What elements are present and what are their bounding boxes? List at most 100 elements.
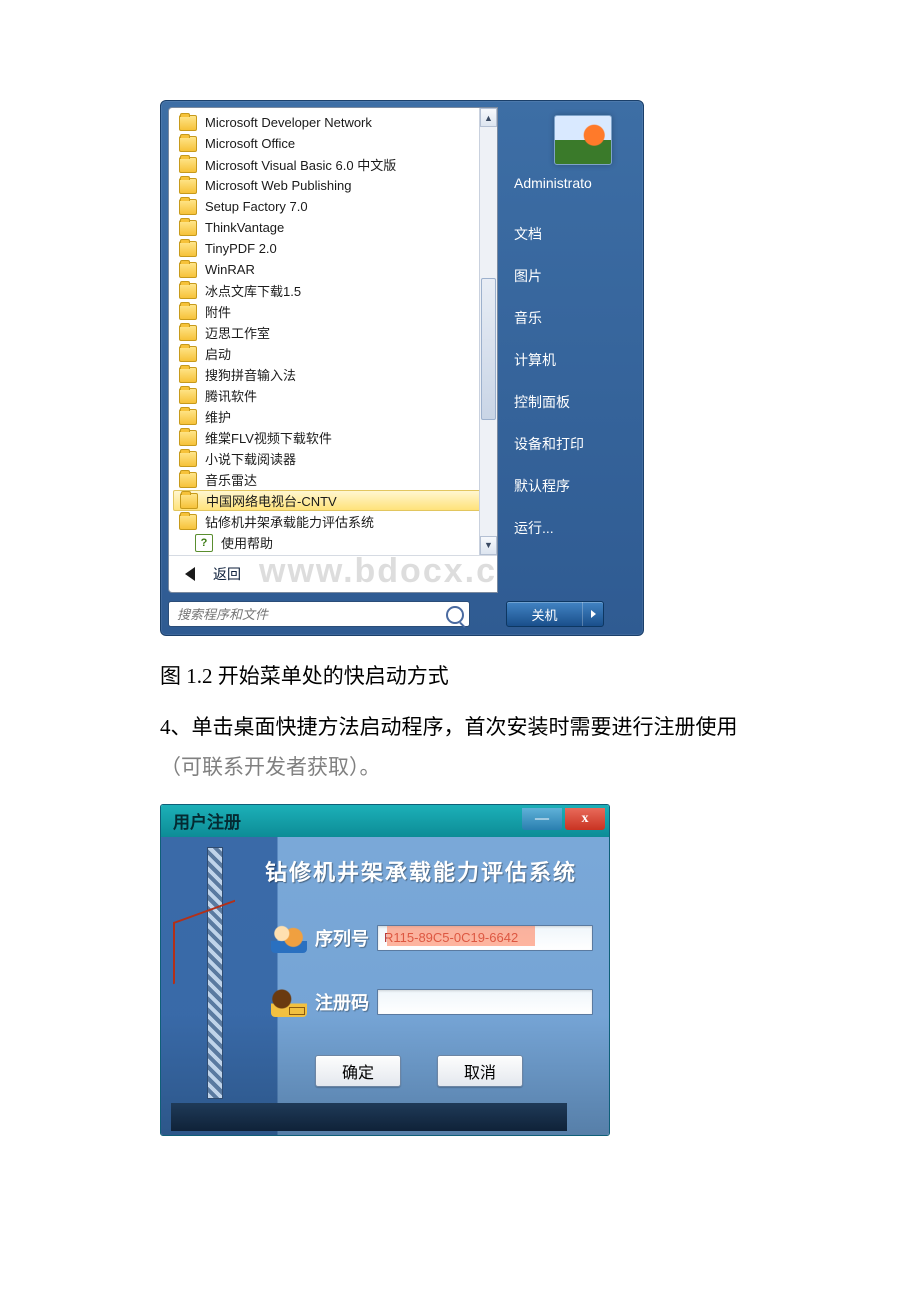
folder-icon	[179, 199, 197, 215]
folder-icon	[179, 409, 197, 425]
user-avatar	[554, 115, 612, 165]
program-label: Microsoft Developer Network	[205, 115, 372, 130]
start-menu: Microsoft Developer Network Microsoft Of…	[160, 100, 644, 636]
folder-icon	[179, 388, 197, 404]
program-label: ThinkVantage	[205, 220, 284, 235]
program-label: 维护	[205, 407, 231, 426]
shutdown-dropdown[interactable]	[582, 602, 603, 626]
program-label: Microsoft Visual Basic 6.0 中文版	[205, 155, 396, 174]
program-label: 迈思工作室	[205, 323, 270, 342]
subitem-label: 使用帮助	[221, 533, 273, 552]
folder-icon	[179, 136, 197, 152]
search-input[interactable]	[168, 601, 470, 627]
program-item[interactable]: 启动	[173, 343, 497, 364]
folder-icon	[179, 262, 197, 278]
folder-icon	[179, 325, 197, 341]
key-icon	[271, 987, 307, 1017]
ok-button[interactable]: 确定	[315, 1055, 401, 1087]
program-item[interactable]: 维护	[173, 406, 497, 427]
program-item[interactable]: WinRAR	[173, 259, 497, 280]
program-item[interactable]: ThinkVantage	[173, 217, 497, 238]
rig-illustration	[171, 841, 257, 1131]
folder-icon	[179, 157, 197, 173]
program-item[interactable]: 搜狗拼音输入法	[173, 364, 497, 385]
folder-icon	[179, 367, 197, 383]
folder-icon	[179, 115, 197, 131]
dialog-body: 钻修机井架承载能力评估系统 序列号 R115-89C5-0C19-6642 注册…	[161, 837, 609, 1135]
dialog-titlebar[interactable]: 用户注册 — x	[161, 805, 609, 837]
right-item-music[interactable]: 音乐	[510, 297, 636, 339]
back-label: 返回	[213, 564, 241, 584]
right-item-documents[interactable]: 文档	[510, 213, 636, 255]
program-label: 启动	[205, 344, 231, 363]
right-item-computer[interactable]: 计算机	[510, 339, 636, 381]
scroll-thumb[interactable]	[481, 278, 496, 420]
program-item[interactable]: 小说下载阅读器	[173, 448, 497, 469]
serial-field[interactable]: R115-89C5-0C19-6642	[377, 925, 593, 951]
program-item-expanded[interactable]: 钻修机井架承载能力评估系统	[173, 511, 497, 532]
scroll-down-icon[interactable]: ▼	[480, 536, 497, 555]
folder-icon	[180, 493, 198, 509]
program-label: WinRAR	[205, 262, 255, 277]
right-item-run[interactable]: 运行...	[510, 507, 636, 549]
program-label: 搜狗拼音输入法	[205, 365, 296, 384]
folder-icon	[179, 283, 197, 299]
figure-caption: 图 1.2 开始菜单处的快启动方式	[160, 660, 790, 690]
right-item-devices[interactable]: 设备和打印	[510, 423, 636, 465]
program-item[interactable]: 迈思工作室	[173, 322, 497, 343]
program-item[interactable]: 附件	[173, 301, 497, 322]
program-item[interactable]: Microsoft Office	[173, 133, 497, 154]
program-item[interactable]: Microsoft Developer Network	[173, 112, 497, 133]
back-button[interactable]: 返回 www.bdocx.com	[169, 555, 497, 592]
search-field[interactable]	[168, 601, 470, 627]
program-item[interactable]: 维棠FLV视频下载软件	[173, 427, 497, 448]
program-item[interactable]: Microsoft Web Publishing	[173, 175, 497, 196]
program-item[interactable]: 腾讯软件	[173, 385, 497, 406]
cancel-button[interactable]: 取消	[437, 1055, 523, 1087]
program-label: Setup Factory 7.0	[205, 199, 308, 214]
register-dialog: 用户注册 — x 钻修机井架承载能力评估系统 序列号 R115-89C5-0C1…	[160, 804, 610, 1136]
program-label: 冰点文库下载1.5	[205, 281, 301, 300]
program-label: TinyPDF 2.0	[205, 241, 277, 256]
program-item[interactable]: Microsoft Visual Basic 6.0 中文版	[173, 154, 497, 175]
program-label: Microsoft Web Publishing	[205, 178, 351, 193]
arrow-left-icon	[185, 567, 195, 581]
right-item-control-panel[interactable]: 控制面板	[510, 381, 636, 423]
scroll-up-icon[interactable]: ▲	[480, 108, 497, 127]
search-icon	[446, 606, 464, 624]
program-label: 维棠FLV视频下载软件	[205, 428, 332, 447]
shutdown-label: 关机	[507, 602, 582, 626]
folder-icon	[179, 472, 197, 488]
program-label: 腾讯软件	[205, 386, 257, 405]
scrollbar[interactable]: ▲ ▼	[479, 108, 497, 555]
folder-icon	[179, 346, 197, 362]
watermark-text: www.bdocx.com	[259, 552, 498, 591]
user-icon	[271, 923, 307, 953]
program-subitem-help[interactable]: ?使用帮助	[173, 532, 497, 553]
folder-icon	[179, 178, 197, 194]
start-menu-right-panel: Administrato 文档 图片 音乐 计算机 控制面板 设备和打印 默认程…	[498, 107, 636, 593]
program-item[interactable]: Setup Factory 7.0	[173, 196, 497, 217]
serial-label: 序列号	[315, 925, 377, 951]
program-label: 小说下载阅读器	[205, 449, 296, 468]
program-item[interactable]: TinyPDF 2.0	[173, 238, 497, 259]
program-label: 音乐雷达	[205, 470, 257, 489]
right-item-default-programs[interactable]: 默认程序	[510, 465, 636, 507]
chevron-right-icon	[591, 610, 596, 618]
program-item-selected[interactable]: 中国网络电视台-CNTV	[173, 490, 495, 511]
paragraph-lead: 4、单击桌面快捷方法启动程序，首次安装时需要进行注册使用	[160, 715, 738, 739]
program-item[interactable]: 音乐雷达	[173, 469, 497, 490]
folder-icon	[179, 430, 197, 446]
program-label: 钻修机井架承载能力评估系统	[205, 512, 374, 531]
minimize-button[interactable]: —	[522, 808, 562, 830]
program-label: 附件	[205, 302, 231, 321]
code-field[interactable]	[377, 989, 593, 1015]
dialog-title: 用户注册	[173, 808, 241, 833]
code-label: 注册码	[315, 989, 377, 1015]
right-item-pictures[interactable]: 图片	[510, 255, 636, 297]
program-item[interactable]: 冰点文库下载1.5	[173, 280, 497, 301]
shutdown-button[interactable]: 关机	[506, 601, 604, 627]
program-label: 中国网络电视台-CNTV	[206, 491, 337, 510]
close-button[interactable]: x	[565, 808, 605, 830]
user-name: Administrato	[514, 175, 636, 191]
